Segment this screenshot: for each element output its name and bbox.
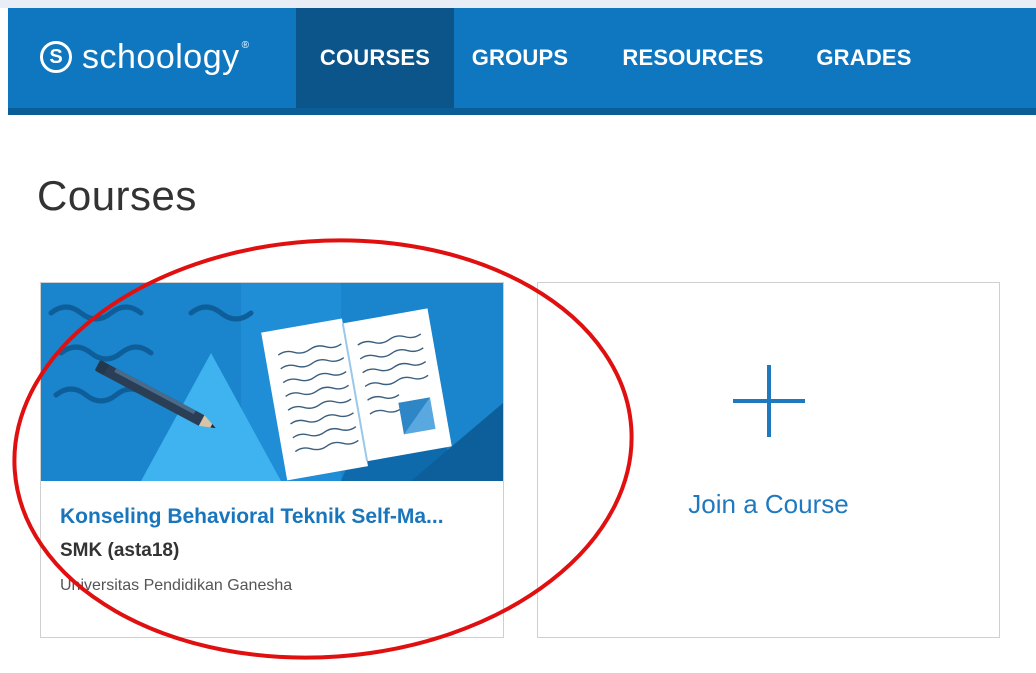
navbar-bottom-edge (8, 108, 1036, 115)
nav-tab-resources[interactable]: RESOURCES (612, 8, 774, 108)
course-illustration (41, 283, 503, 481)
trademark-mark: ® (241, 39, 249, 51)
top-background-band (0, 0, 1036, 8)
schoology-logo[interactable]: S schoology ® (40, 32, 249, 82)
course-section-label: SMK (asta18) (60, 540, 180, 561)
page-title: Courses (37, 172, 197, 219)
course-title-link[interactable]: Konseling Behavioral Teknik Self-Ma... (60, 505, 444, 529)
logo-text: schoology (82, 37, 240, 76)
nav-tab-grades[interactable]: GRADES (804, 8, 924, 108)
join-course-label[interactable]: Join a Course (688, 489, 848, 520)
course-school-label: Universitas Pendidikan Ganesha (60, 577, 293, 594)
nav-tab-groups[interactable]: GROUPS (464, 8, 576, 108)
plus-icon (732, 364, 805, 437)
schoology-logo-icon: S (40, 41, 72, 73)
nav-tab-courses[interactable]: COURSES (296, 8, 454, 108)
top-navbar: S schoology ® COURSES GROUPS RESOURCES G… (8, 8, 1036, 108)
course-card[interactable]: Konseling Behavioral Teknik Self-Ma... S… (40, 282, 504, 638)
join-course-card[interactable]: Join a Course (537, 282, 1000, 638)
